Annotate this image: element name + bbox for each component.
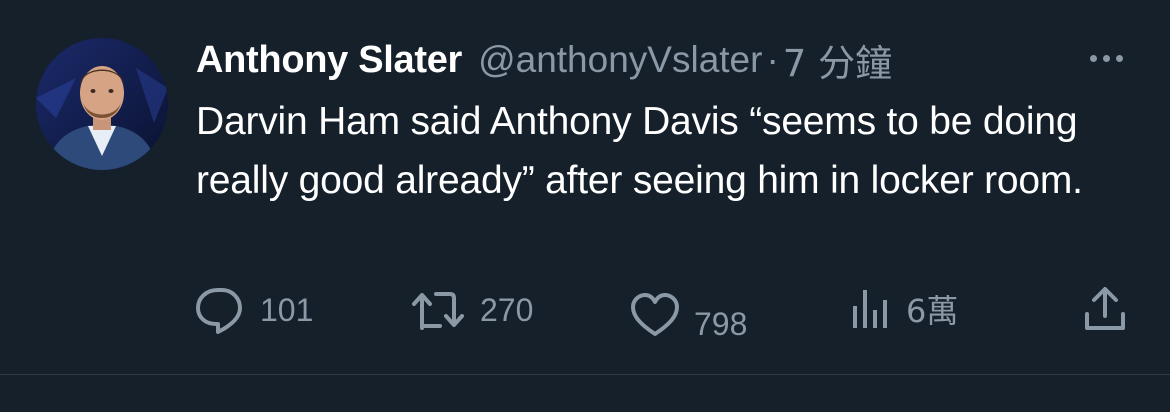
retweet-icon [412,292,464,330]
divider [0,374,1170,375]
tweet-text: Darvin Ham said Anthony Davis “seems to … [196,100,1083,202]
like-button[interactable]: 798 [630,286,747,343]
retweet-button[interactable]: 270 [410,286,533,334]
views-icon [853,290,887,328]
tweet-actions: 101 270 798 6萬 [0,280,1170,343]
reply-count: 101 [260,291,314,328]
avatar-image [36,38,168,170]
tweet-card[interactable]: Anthony Slater @anthonyVslater · 7 分鐘 Da… [0,0,1170,374]
more-icon[interactable] [1082,42,1130,74]
like-count: 798 [694,306,748,342]
share-icon [1085,287,1125,330]
views-count: 6萬 [906,292,959,330]
tweet-timestamp[interactable]: 7 分鐘 [783,33,892,87]
reply-icon [196,288,242,334]
avatar[interactable] [36,38,168,170]
share-button[interactable] [1082,286,1128,332]
author-name[interactable]: Anthony Slater [196,39,462,82]
retweet-count: 270 [480,291,534,328]
like-icon [631,292,679,336]
author-handle[interactable]: @anthonyVslater [478,39,762,81]
views-button[interactable]: 6萬 [850,286,958,332]
separator-dot: · [766,39,779,80]
tweet-header: Anthony Slater @anthonyVslater · 7 分鐘 [196,33,892,87]
reply-button[interactable]: 101 [194,286,313,334]
